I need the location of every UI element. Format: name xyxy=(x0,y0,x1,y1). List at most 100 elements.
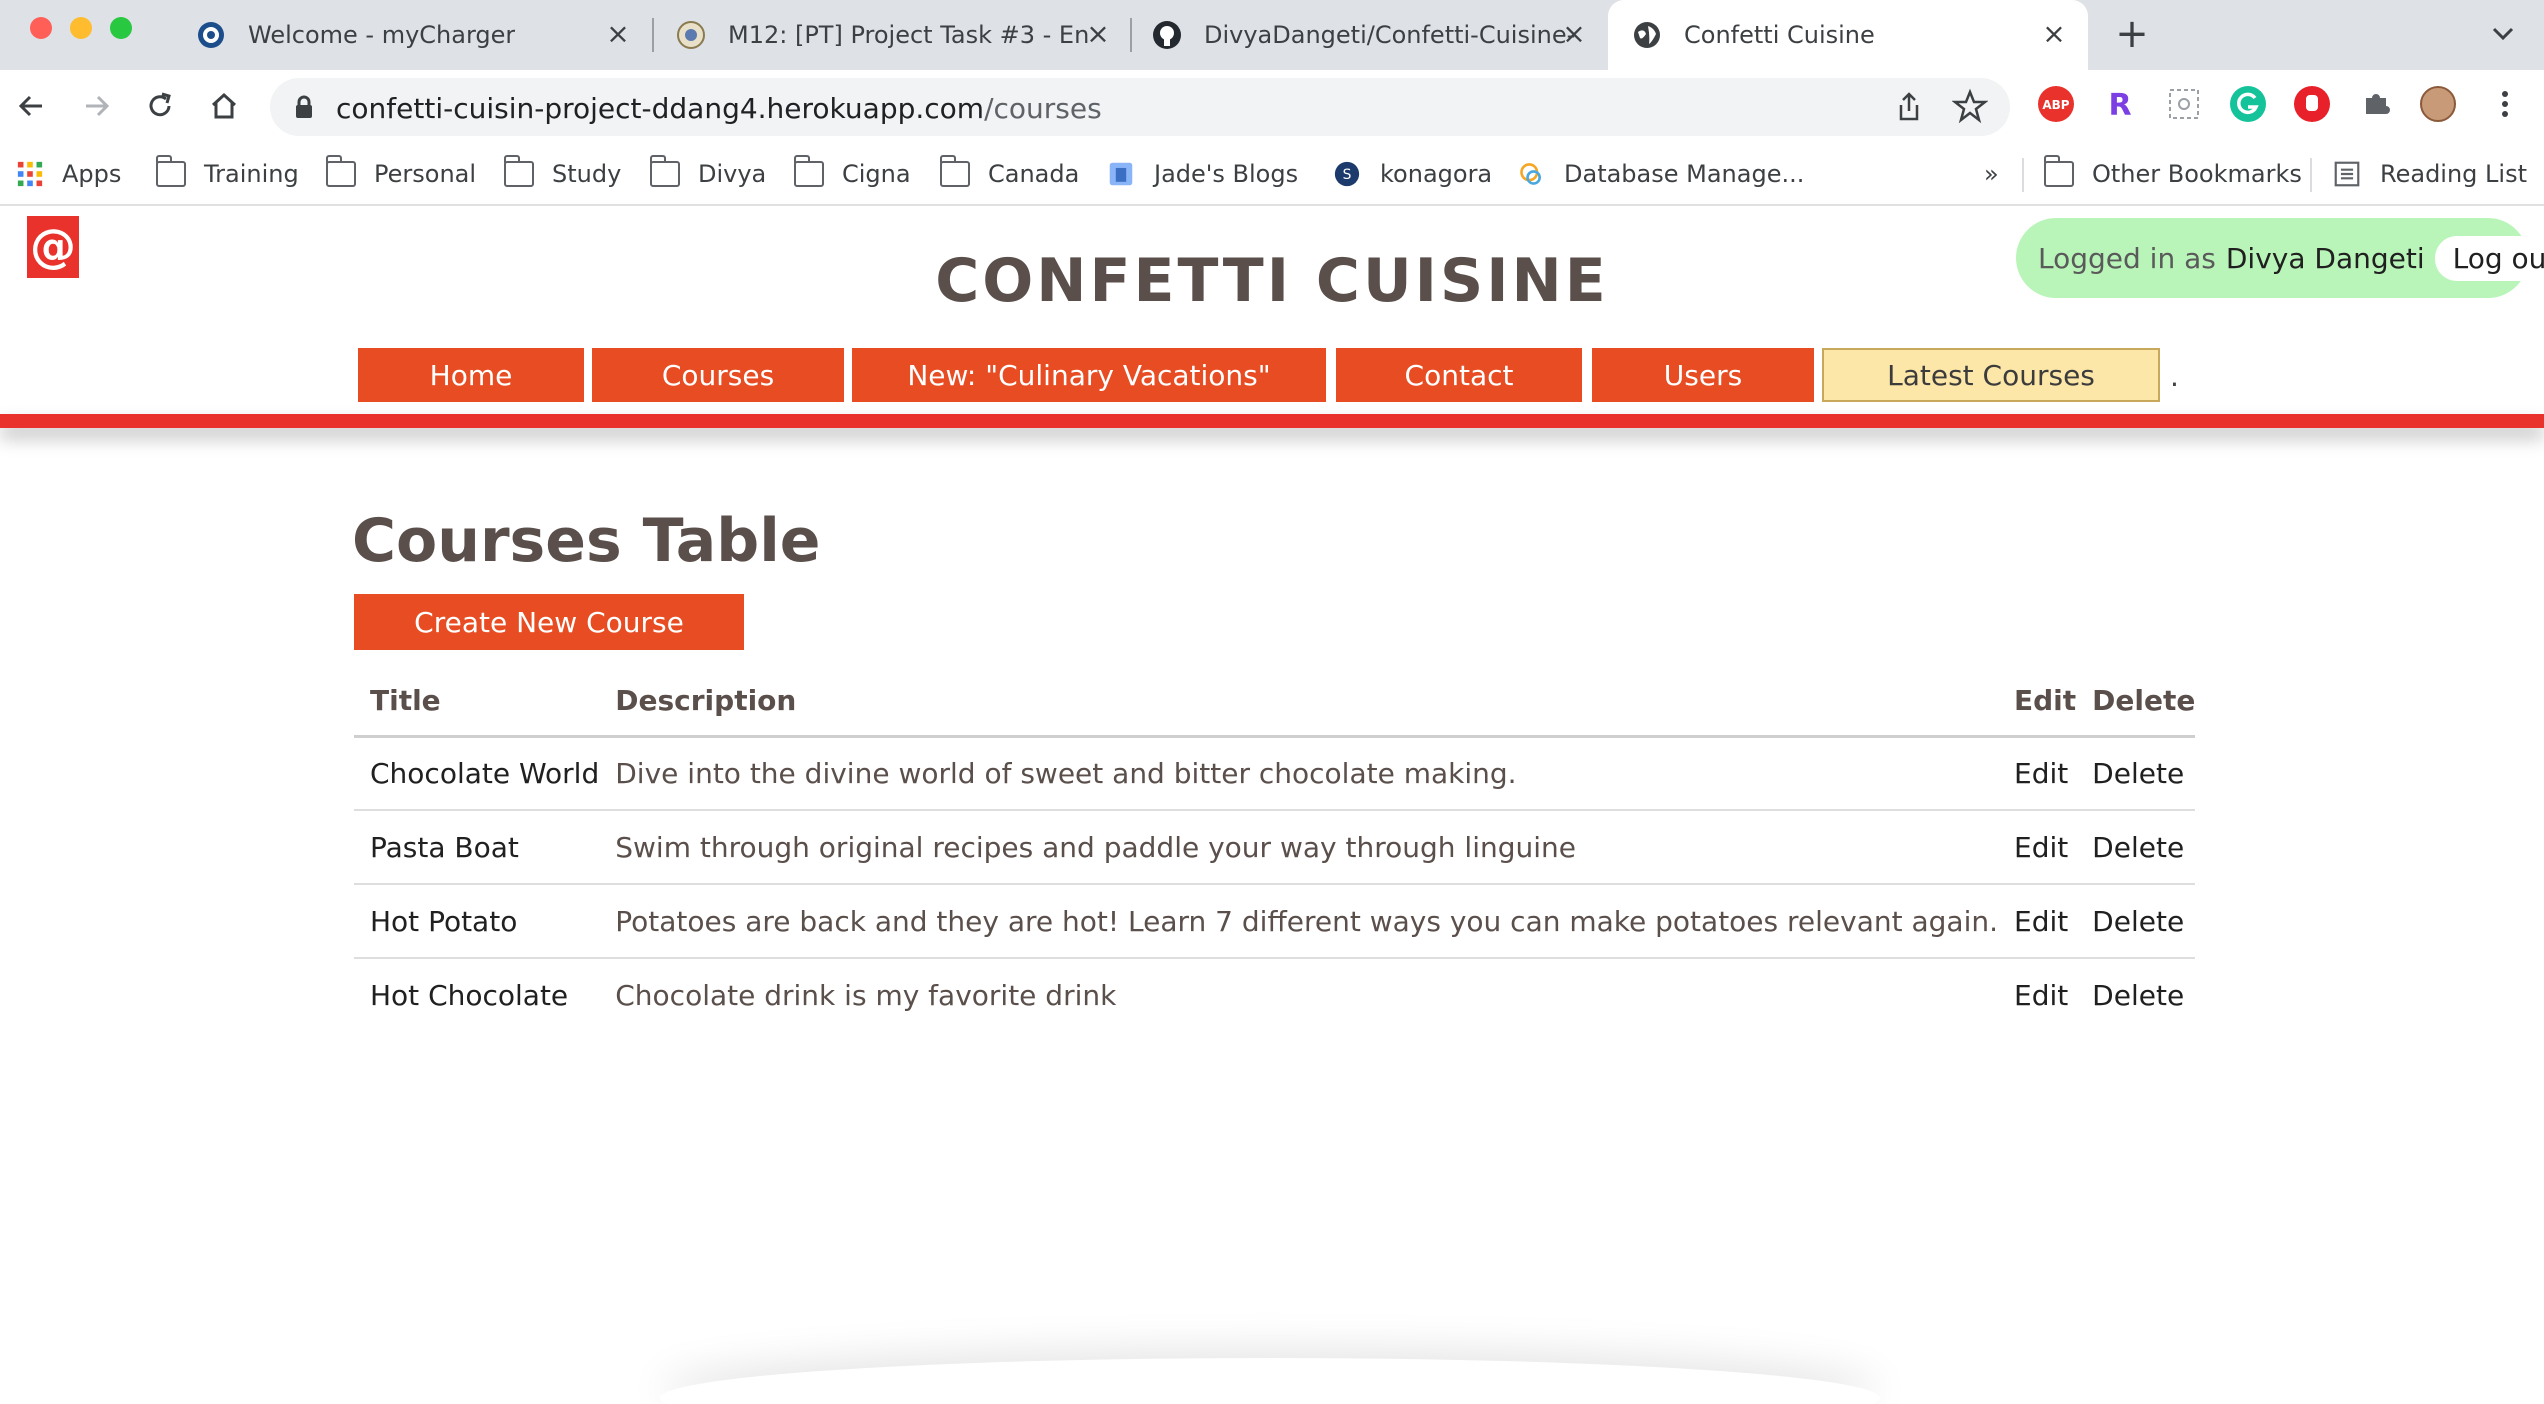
tab-project-task[interactable]: M12: [PT] Project Task #3 - En × xyxy=(676,0,1132,70)
tab-separator xyxy=(1130,18,1132,52)
bookmark-personal[interactable]: Personal xyxy=(325,154,477,194)
delete-link[interactable]: Delete xyxy=(2076,736,2196,811)
bookmark-canada[interactable]: Canada xyxy=(939,154,1079,194)
course-title: Chocolate World xyxy=(354,736,600,811)
profile-avatar[interactable] xyxy=(2420,86,2456,122)
bookmark-label: konagora xyxy=(1380,160,1493,188)
github-icon xyxy=(1153,21,1181,49)
hand-stop-icon[interactable] xyxy=(2294,86,2330,122)
chevron-down-icon[interactable] xyxy=(2488,18,2518,48)
browser-tab-strip: Welcome - myCharger × M12: [PT] Project … xyxy=(0,0,2544,70)
screenshot-extension-icon[interactable] xyxy=(2166,86,2202,122)
tab-confetti-cuisine[interactable]: Confetti Cuisine × xyxy=(1608,0,2088,70)
reload-icon[interactable] xyxy=(140,86,180,126)
tab-welcome-mycharger[interactable]: Welcome - myCharger × xyxy=(196,0,652,70)
canvas-seal-icon xyxy=(677,21,705,49)
home-icon[interactable] xyxy=(204,86,244,126)
bookmark-label: Personal xyxy=(374,160,477,188)
delete-link[interactable]: Delete xyxy=(2076,810,2196,885)
edit-link[interactable]: Edit xyxy=(1998,736,2077,811)
nav-contact[interactable]: Contact xyxy=(1336,348,1582,402)
web-page: @ CONFETTI CUISINE Logged in as Divya Da… xyxy=(0,208,2544,1404)
edit-link[interactable]: Edit xyxy=(1998,958,2076,1032)
r-extension-icon[interactable]: R xyxy=(2102,86,2138,123)
course-description: Swim through original recipes and paddle… xyxy=(599,810,1999,885)
new-tab-button[interactable]: + xyxy=(2112,14,2152,54)
nav-users[interactable]: Users xyxy=(1592,348,1814,402)
svg-text:ABP: ABP xyxy=(2042,98,2069,112)
tab-title: M12: [PT] Project Task #3 - En xyxy=(728,21,1090,49)
column-header-edit: Edit xyxy=(1998,666,2077,738)
close-tab-icon[interactable]: × xyxy=(1086,20,1110,48)
nav-culinary-vacations[interactable]: New: "Culinary Vacations" xyxy=(852,348,1326,402)
nav-home[interactable]: Home xyxy=(358,348,584,402)
logged-in-user[interactable]: Divya Dangeti xyxy=(2226,242,2425,275)
apps-grid-icon xyxy=(17,161,43,187)
bookmark-database-manager[interactable]: Database Manage... xyxy=(1516,154,1804,194)
more-menu-icon[interactable] xyxy=(2500,86,2510,122)
tab-title: Welcome - myCharger xyxy=(248,21,516,49)
folder-icon xyxy=(649,155,680,187)
delete-link[interactable]: Delete xyxy=(2076,884,2196,959)
forward-arrow-icon[interactable] xyxy=(76,86,116,126)
tab-github-repo[interactable]: DivyaDangeti/Confetti-Cuisine- × xyxy=(1152,0,1608,70)
nav-latest-courses[interactable]: Latest Courses xyxy=(1822,348,2160,402)
bookmark-divya[interactable]: Divya xyxy=(649,154,767,194)
course-title: Hot Chocolate xyxy=(370,979,569,1012)
bookmark-star-icon[interactable] xyxy=(1952,88,1988,124)
delete-link[interactable]: Delete xyxy=(2076,958,2195,1032)
share-icon[interactable] xyxy=(1892,90,1926,124)
svg-text:S: S xyxy=(1343,167,1352,183)
close-tab-icon[interactable]: × xyxy=(2042,20,2066,48)
konagora-icon: S xyxy=(1334,161,1360,187)
bookmark-cigna[interactable]: Cigna xyxy=(793,154,911,194)
bookmark-apps[interactable]: Apps xyxy=(16,154,121,194)
address-bar[interactable]: confetti-cuisin-project-ddang4.herokuapp… xyxy=(270,78,2010,136)
bookmarks-overflow-button[interactable]: » xyxy=(1984,154,1999,194)
header-divider xyxy=(0,414,2544,428)
courses-table: Title Description Edit Delete Chocolate … xyxy=(354,666,2196,1032)
tab-title: DivyaDangeti/Confetti-Cuisine- xyxy=(1204,21,1576,49)
course-description: Potatoes are back and they are hot! Lear… xyxy=(599,884,1999,959)
edit-link[interactable]: Edit xyxy=(1998,884,2077,959)
adblock-icon[interactable]: ABP xyxy=(2038,86,2074,122)
bookmark-separator xyxy=(2310,158,2312,192)
tab-title: Confetti Cuisine xyxy=(1684,21,1875,49)
close-window-button[interactable] xyxy=(30,17,52,39)
bookmark-training[interactable]: Training xyxy=(155,154,299,194)
bookmarks-bar: Apps Training Personal Study Divya Cigna… xyxy=(0,144,2544,206)
minimize-window-button[interactable] xyxy=(70,17,92,39)
bookmark-label: Divya xyxy=(698,160,767,188)
table-row: Pasta Boat Swim through original recipes… xyxy=(354,810,2196,885)
puzzle-extensions-icon[interactable] xyxy=(2358,86,2394,122)
column-header-description: Description xyxy=(599,666,1999,738)
course-description: Chocolate drink is my favorite drink xyxy=(615,979,1117,1012)
bookmark-study[interactable]: Study xyxy=(503,154,621,194)
edit-link[interactable]: Edit xyxy=(1998,810,2077,885)
close-tab-icon[interactable]: × xyxy=(606,20,630,48)
table-row: Hot Potato Potatoes are back and they ar… xyxy=(354,884,2196,959)
grammarly-icon[interactable] xyxy=(2230,86,2266,122)
browser-toolbar: confetti-cuisin-project-ddang4.herokuapp… xyxy=(0,70,2544,144)
folder-icon xyxy=(939,155,970,187)
column-header-title: Title xyxy=(354,666,600,738)
create-new-course-button[interactable]: Create New Course xyxy=(354,594,744,650)
folder-icon xyxy=(2043,155,2074,187)
globe-icon xyxy=(1634,22,1660,48)
zoom-window-button[interactable] xyxy=(110,17,132,39)
logout-button[interactable]: Log out xyxy=(2434,235,2544,281)
back-arrow-icon[interactable] xyxy=(12,86,52,126)
lock-icon[interactable] xyxy=(294,95,314,119)
url-text[interactable]: confetti-cuisin-project-ddang4.herokuapp… xyxy=(336,92,1102,125)
folder-icon xyxy=(503,155,534,187)
tab-separator xyxy=(652,18,654,52)
other-bookmarks[interactable]: Other Bookmarks xyxy=(2043,154,2302,194)
reading-list[interactable]: Reading List xyxy=(2332,154,2527,194)
bookmark-konagora[interactable]: S konagora xyxy=(1332,154,1492,194)
nav-courses[interactable]: Courses xyxy=(592,348,844,402)
blog-icon xyxy=(1109,162,1133,186)
close-tab-icon[interactable]: × xyxy=(1562,20,1586,48)
nav-trailing-dot: . xyxy=(2170,360,2179,393)
bookmark-label: Reading List xyxy=(2380,160,2527,188)
bookmark-jades-blogs[interactable]: Jade's Blogs xyxy=(1106,154,1298,194)
